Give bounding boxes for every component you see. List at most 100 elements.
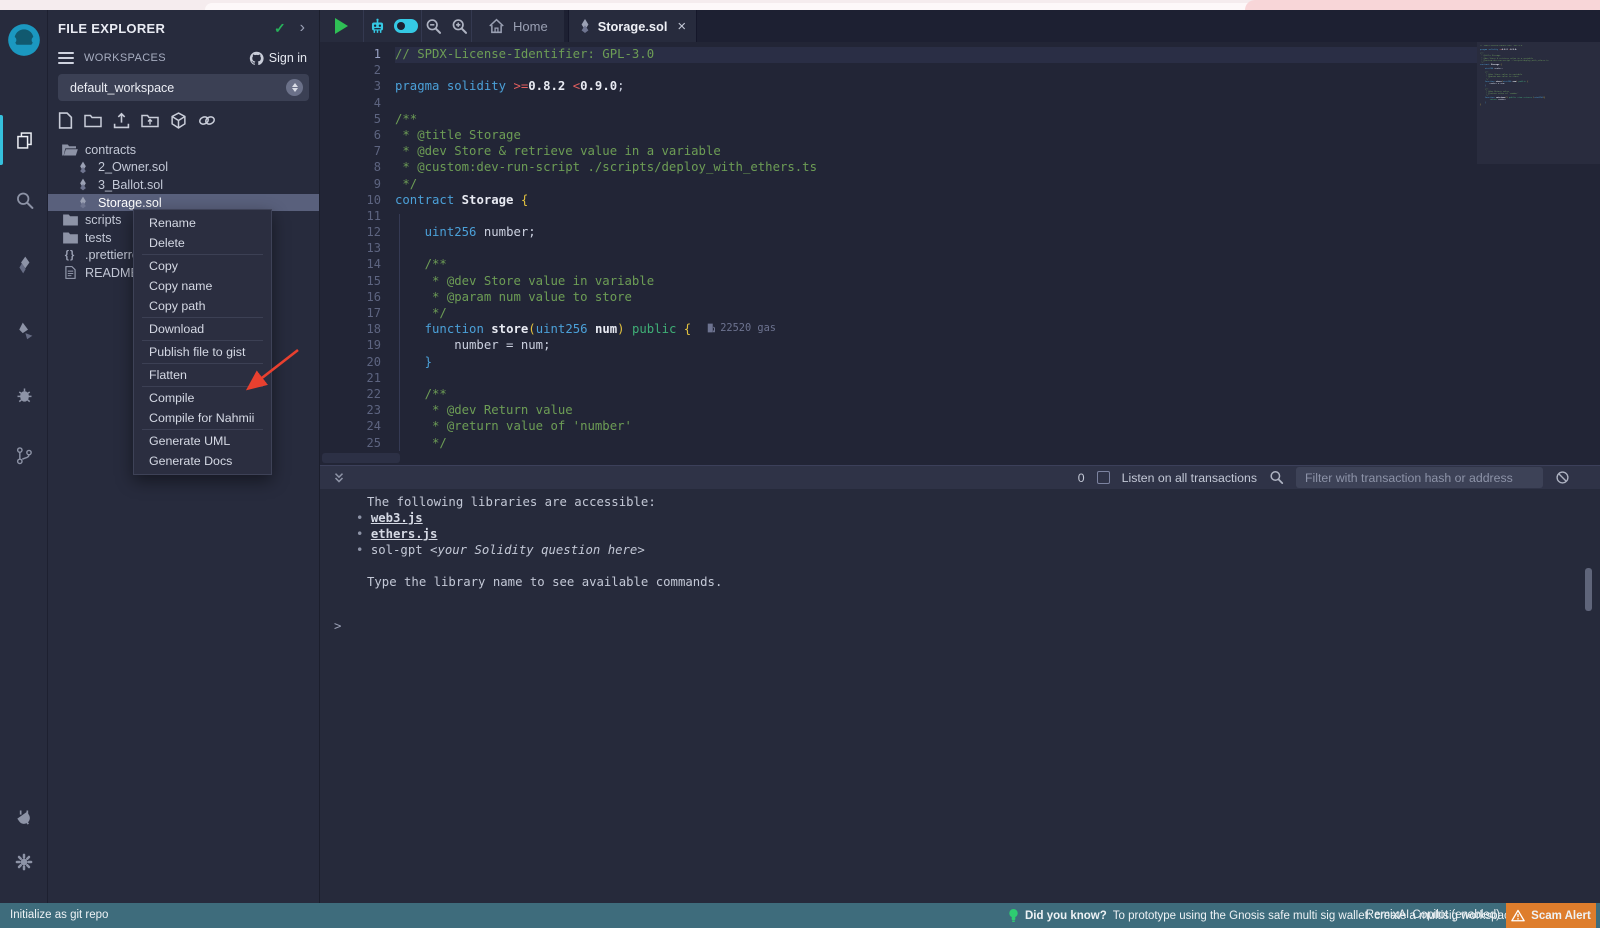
line-number: 4 bbox=[320, 96, 395, 112]
horizontal-scrollbar-thumb[interactable] bbox=[322, 453, 400, 463]
context-menu-item[interactable]: Copy name bbox=[134, 276, 271, 296]
code-line[interactable]: /** bbox=[395, 112, 1477, 128]
terminal-prompt[interactable]: > bbox=[334, 619, 341, 633]
code-line[interactable]: */ bbox=[395, 306, 1477, 322]
code-line[interactable]: * @dev Store & retrieve value in a varia… bbox=[395, 144, 1477, 160]
code-line[interactable]: number = num; bbox=[395, 338, 1477, 354]
sidebar-item-settings[interactable] bbox=[0, 840, 48, 884]
code-line[interactable]: * @dev Store value in variable bbox=[395, 274, 1477, 290]
main-area: Home Storage.sol × 123456789101112131415… bbox=[320, 10, 1600, 903]
line-number: 19 bbox=[320, 338, 395, 354]
context-menu-item[interactable]: Copy bbox=[134, 256, 271, 276]
debugger-bug-icon bbox=[14, 385, 35, 406]
sign-in-button[interactable]: Sign in bbox=[249, 51, 307, 66]
code-line[interactable]: */ bbox=[395, 436, 1477, 452]
workspace-select[interactable]: default_workspace bbox=[58, 74, 309, 101]
code-line[interactable]: pragma solidity >=0.8.2 <0.9.0; bbox=[395, 79, 1477, 95]
link-icon[interactable] bbox=[198, 113, 216, 128]
terminal-line: Type the library name to see available c… bbox=[320, 574, 1600, 590]
code-line[interactable]: * @title Storage bbox=[395, 128, 1477, 144]
code-line[interactable] bbox=[395, 96, 1477, 112]
workspaces-menu-icon[interactable] bbox=[58, 49, 74, 67]
tab-label: Storage.sol bbox=[598, 19, 668, 34]
scam-alert-button[interactable]: Scam Alert bbox=[1506, 903, 1596, 928]
minimap-slider[interactable] bbox=[1477, 42, 1600, 164]
terminal-search-icon[interactable] bbox=[1269, 470, 1284, 485]
code-line[interactable]: // SPDX-License-Identifier: GPL-3.0 bbox=[395, 47, 1477, 63]
sidebar-item-plugin-manager[interactable] bbox=[0, 796, 48, 840]
code-line[interactable]: * @param num value to store bbox=[395, 290, 1477, 306]
tree-item[interactable]: 2_Owner.sol bbox=[48, 159, 319, 177]
new-folder-icon[interactable] bbox=[84, 113, 102, 128]
zoom-in-icon[interactable] bbox=[451, 18, 468, 35]
new-file-icon[interactable] bbox=[58, 112, 73, 129]
terminal-line: • sol-gpt <your Solidity question here> bbox=[320, 542, 1600, 558]
sidebar-item-git[interactable] bbox=[0, 433, 48, 477]
git-init-button[interactable]: Initialize as git repo bbox=[10, 903, 108, 928]
code-line[interactable]: * @dev Return value bbox=[395, 403, 1477, 419]
code-line[interactable]: } bbox=[395, 355, 1477, 371]
code-line[interactable]: function store(uint256 num) public {2252… bbox=[395, 322, 1477, 338]
chevron-right-icon[interactable]: › bbox=[300, 21, 305, 35]
transaction-count: 0 bbox=[1078, 471, 1085, 485]
context-menu-item[interactable]: Compile for Nahmii bbox=[134, 408, 271, 428]
sidebar-item-file-explorer[interactable] bbox=[0, 118, 48, 162]
menu-divider bbox=[142, 340, 263, 341]
browser-strip-right bbox=[1245, 0, 1600, 10]
copilot-toggle[interactable] bbox=[394, 19, 418, 33]
transaction-filter-input[interactable] bbox=[1296, 467, 1543, 488]
context-menu-item[interactable]: Rename bbox=[134, 213, 271, 233]
run-script-button[interactable] bbox=[320, 10, 364, 42]
sidebar-item-solidity-compiler[interactable] bbox=[0, 243, 48, 287]
terminal-library-link[interactable]: web3.js bbox=[371, 511, 423, 525]
search-icon bbox=[14, 190, 35, 211]
terminal: > The following libraries are accessible… bbox=[320, 489, 1600, 903]
terminal-scrollbar-thumb[interactable] bbox=[1585, 568, 1592, 611]
expand-terminal-icon[interactable] bbox=[332, 471, 346, 485]
menu-divider bbox=[142, 317, 263, 318]
remix-logo[interactable] bbox=[0, 14, 48, 66]
code-line[interactable] bbox=[395, 209, 1477, 225]
sidebar-item-debugger[interactable] bbox=[0, 373, 48, 417]
context-menu-item[interactable]: Generate UML bbox=[134, 431, 271, 451]
code-line[interactable] bbox=[395, 63, 1477, 79]
code-line[interactable]: * @custom:dev-run-script ./scripts/deplo… bbox=[395, 160, 1477, 176]
listen-all-checkbox[interactable] bbox=[1097, 471, 1110, 484]
file-explorer-icon bbox=[14, 130, 35, 151]
code-line[interactable]: /** bbox=[395, 387, 1477, 403]
code-line[interactable]: /** bbox=[395, 257, 1477, 273]
editor-code-area[interactable]: // SPDX-License-Identifier: GPL-3.0 pragm… bbox=[395, 47, 1477, 451]
line-number: 1 bbox=[320, 47, 395, 63]
code-line[interactable]: uint256 number; bbox=[395, 225, 1477, 241]
context-menu-item[interactable]: Generate Docs bbox=[134, 451, 271, 471]
sidebar-item-search[interactable] bbox=[0, 178, 48, 222]
code-line[interactable] bbox=[395, 371, 1477, 387]
file-actions-toolbar bbox=[48, 109, 319, 131]
clear-terminal-icon[interactable] bbox=[1555, 470, 1570, 485]
terminal-library-link[interactable]: ethers.js bbox=[371, 527, 438, 541]
upload-folder-icon[interactable] bbox=[141, 113, 159, 128]
close-tab-icon[interactable]: × bbox=[677, 18, 686, 35]
tab-home[interactable]: Home bbox=[472, 10, 564, 42]
context-menu-item[interactable]: Copy path bbox=[134, 296, 271, 316]
terminal-line bbox=[320, 558, 1600, 574]
code-line[interactable] bbox=[395, 241, 1477, 257]
context-menu-item[interactable]: Delete bbox=[134, 233, 271, 253]
code-line[interactable]: * @return value of 'number' bbox=[395, 419, 1477, 435]
status-bar: Initialize as git repo Did you know? To … bbox=[0, 903, 1600, 928]
cube-icon[interactable] bbox=[170, 112, 187, 129]
tree-item-label: tests bbox=[85, 231, 112, 245]
upload-file-icon[interactable] bbox=[113, 112, 130, 129]
copilot-status[interactable]: RemixAI Copilot (enabled) bbox=[1366, 903, 1500, 928]
context-menu-item[interactable]: Download bbox=[134, 319, 271, 339]
code-line[interactable]: */ bbox=[395, 177, 1477, 193]
indent-guide bbox=[399, 214, 400, 451]
zoom-out-icon[interactable] bbox=[425, 18, 442, 35]
tree-item[interactable]: 3_Ballot.sol bbox=[48, 176, 319, 194]
code-line[interactable]: contract Storage { bbox=[395, 193, 1477, 209]
robot-icon[interactable] bbox=[368, 17, 387, 36]
tab-storage-sol[interactable]: Storage.sol × bbox=[568, 10, 697, 42]
workspace-select-value: default_workspace bbox=[70, 81, 286, 95]
tree-item[interactable]: contracts bbox=[48, 141, 319, 159]
sidebar-item-deploy-run[interactable] bbox=[0, 308, 48, 352]
